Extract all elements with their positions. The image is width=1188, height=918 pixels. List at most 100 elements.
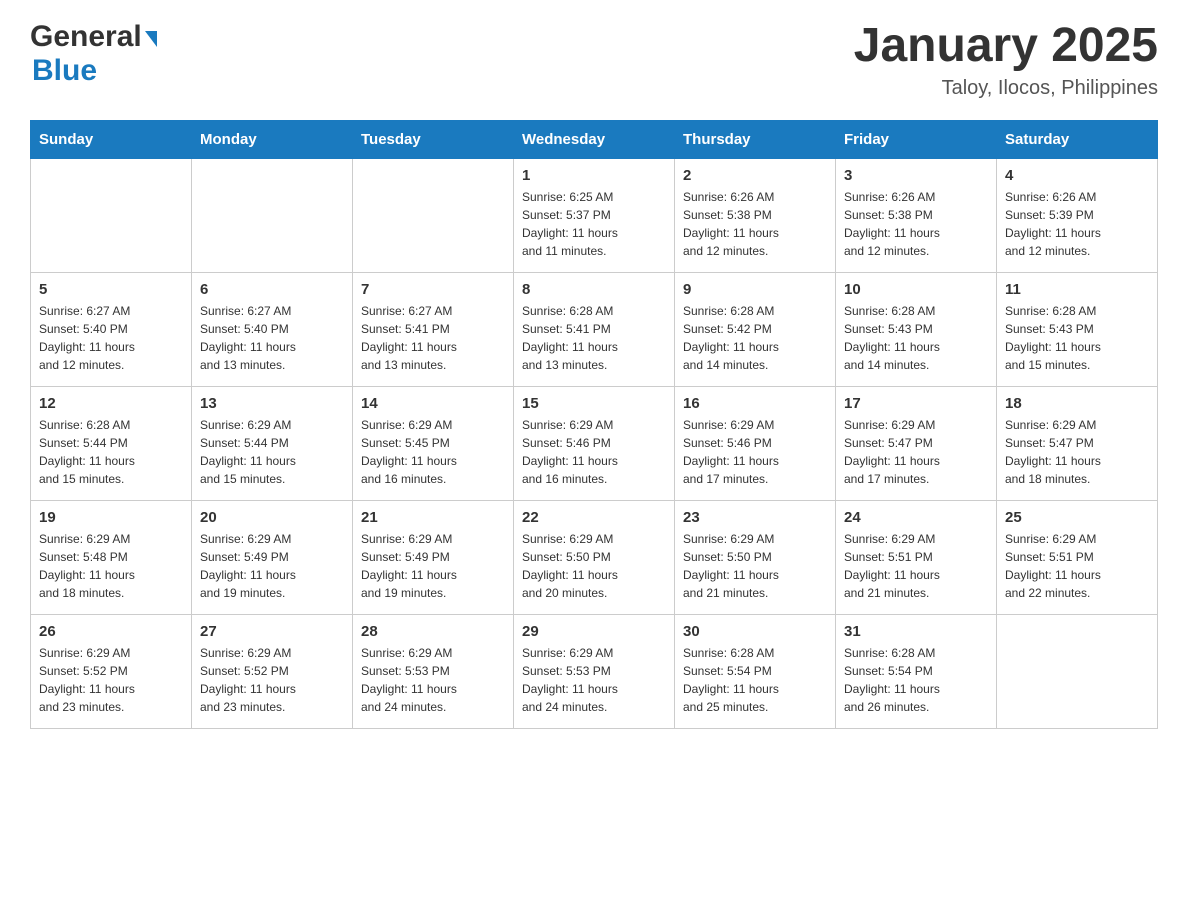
- day-info: Sunrise: 6:28 AM Sunset: 5:44 PM Dayligh…: [39, 416, 183, 488]
- day-number: 9: [683, 281, 827, 298]
- day-number: 31: [844, 623, 988, 640]
- day-info: Sunrise: 6:28 AM Sunset: 5:54 PM Dayligh…: [683, 644, 827, 716]
- day-number: 3: [844, 167, 988, 184]
- day-info: Sunrise: 6:26 AM Sunset: 5:39 PM Dayligh…: [1005, 188, 1149, 260]
- table-row: 18 Sunrise: 6:29 AM Sunset: 5:47 PM Dayli…: [997, 386, 1158, 500]
- day-number: 4: [1005, 167, 1149, 184]
- day-info: Sunrise: 6:28 AM Sunset: 5:42 PM Dayligh…: [683, 302, 827, 374]
- day-info: Sunrise: 6:26 AM Sunset: 5:38 PM Dayligh…: [844, 188, 988, 260]
- location-text: Taloy, Ilocos, Philippines: [854, 77, 1158, 100]
- table-row: 31 Sunrise: 6:28 AM Sunset: 5:54 PM Dayli…: [836, 614, 997, 728]
- col-saturday: Saturday: [997, 120, 1158, 158]
- day-number: 21: [361, 509, 505, 526]
- day-number: 12: [39, 395, 183, 412]
- table-row: 26Sunrise: 6:29 AM Sunset: 5:52 PM Dayli…: [31, 614, 192, 728]
- day-info: Sunrise: 6:29 AM Sunset: 5:46 PM Dayligh…: [683, 416, 827, 488]
- day-info: Sunrise: 6:28 AM Sunset: 5:54 PM Dayligh…: [844, 644, 988, 716]
- day-info: Sunrise: 6:29 AM Sunset: 5:49 PM Dayligh…: [200, 530, 344, 602]
- table-row: 11 Sunrise: 6:28 AM Sunset: 5:43 PM Dayli…: [997, 272, 1158, 386]
- calendar-week-row: 26 Sunrise: 6:29 AM Sunset: 5:52 PM Dayli…: [31, 614, 1158, 728]
- day-number: 30: [683, 623, 827, 640]
- table-row: 23Sunrise: 6:29 AM Sunset: 5:50 PM Dayli…: [675, 500, 836, 614]
- day-number: 2: [683, 167, 827, 184]
- day-info: Sunrise: 6:28 AM Sunset: 5:43 PM Dayligh…: [1005, 302, 1149, 374]
- day-number: 18: [1005, 395, 1149, 412]
- day-number: 6: [200, 281, 344, 298]
- table-row: 30 Sunrise: 6:28 AM Sunset: 5:54 PM Dayli…: [675, 614, 836, 728]
- col-wednesday: Wednesday: [514, 120, 675, 158]
- day-number: 10: [844, 281, 988, 298]
- calendar-week-row: 5 Sunrise: 6:27 AM Sunset: 5:40 PM Daylig…: [31, 272, 1158, 386]
- calendar-header-row: Sunday Monday Tuesday Wednesday Thursday…: [31, 120, 1158, 158]
- day-number: 13: [200, 395, 344, 412]
- day-info: Sunrise: 6:29 AM Sunset: 5:51 PM Dayligh…: [844, 530, 988, 602]
- day-number: 14: [361, 395, 505, 412]
- page-header: General Blue January 2025 Taloy, Ilocos,…: [30, 20, 1158, 100]
- col-monday: Monday: [192, 120, 353, 158]
- table-row: 14Sunrise: 6:29 AM Sunset: 5:45 PM Dayli…: [353, 386, 514, 500]
- col-friday: Friday: [836, 120, 997, 158]
- logo: General Blue: [30, 20, 157, 88]
- table-row: 12 Sunrise: 6:28 AM Sunset: 5:44 PM Dayli…: [31, 386, 192, 500]
- table-row: [997, 614, 1158, 728]
- day-info: Sunrise: 6:27 AM Sunset: 5:40 PM Dayligh…: [39, 302, 183, 374]
- table-row: [192, 158, 353, 272]
- day-number: 27: [200, 623, 344, 640]
- day-info: Sunrise: 6:29 AM Sunset: 5:52 PM Dayligh…: [200, 644, 344, 716]
- table-row: 7 Sunrise: 6:27 AM Sunset: 5:41 PM Daylig…: [353, 272, 514, 386]
- table-row: 15Sunrise: 6:29 AM Sunset: 5:46 PM Dayli…: [514, 386, 675, 500]
- day-number: 23: [683, 509, 827, 526]
- table-row: [31, 158, 192, 272]
- calendar-week-row: 12 Sunrise: 6:28 AM Sunset: 5:44 PM Dayli…: [31, 386, 1158, 500]
- month-title: January 2025: [854, 20, 1158, 73]
- table-row: 5 Sunrise: 6:27 AM Sunset: 5:40 PM Daylig…: [31, 272, 192, 386]
- table-row: 6Sunrise: 6:27 AM Sunset: 5:40 PM Daylig…: [192, 272, 353, 386]
- table-row: [353, 158, 514, 272]
- day-info: Sunrise: 6:28 AM Sunset: 5:41 PM Dayligh…: [522, 302, 666, 374]
- day-number: 29: [522, 623, 666, 640]
- day-info: Sunrise: 6:28 AM Sunset: 5:43 PM Dayligh…: [844, 302, 988, 374]
- day-number: 1: [522, 167, 666, 184]
- day-number: 11: [1005, 281, 1149, 298]
- table-row: 19 Sunrise: 6:29 AM Sunset: 5:48 PM Dayli…: [31, 500, 192, 614]
- table-row: 21 Sunrise: 6:29 AM Sunset: 5:49 PM Dayli…: [353, 500, 514, 614]
- calendar-week-row: 1Sunrise: 6:25 AM Sunset: 5:37 PM Daylig…: [31, 158, 1158, 272]
- table-row: 20Sunrise: 6:29 AM Sunset: 5:49 PM Dayli…: [192, 500, 353, 614]
- day-number: 7: [361, 281, 505, 298]
- table-row: 27 Sunrise: 6:29 AM Sunset: 5:52 PM Dayli…: [192, 614, 353, 728]
- day-number: 24: [844, 509, 988, 526]
- day-info: Sunrise: 6:29 AM Sunset: 5:47 PM Dayligh…: [844, 416, 988, 488]
- col-thursday: Thursday: [675, 120, 836, 158]
- col-tuesday: Tuesday: [353, 120, 514, 158]
- day-info: Sunrise: 6:29 AM Sunset: 5:53 PM Dayligh…: [522, 644, 666, 716]
- table-row: 1Sunrise: 6:25 AM Sunset: 5:37 PM Daylig…: [514, 158, 675, 272]
- day-info: Sunrise: 6:29 AM Sunset: 5:53 PM Dayligh…: [361, 644, 505, 716]
- col-sunday: Sunday: [31, 120, 192, 158]
- table-row: 4 Sunrise: 6:26 AM Sunset: 5:39 PM Daylig…: [997, 158, 1158, 272]
- day-number: 22: [522, 509, 666, 526]
- day-info: Sunrise: 6:29 AM Sunset: 5:48 PM Dayligh…: [39, 530, 183, 602]
- day-number: 5: [39, 281, 183, 298]
- day-number: 16: [683, 395, 827, 412]
- day-info: Sunrise: 6:29 AM Sunset: 5:49 PM Dayligh…: [361, 530, 505, 602]
- table-row: 13Sunrise: 6:29 AM Sunset: 5:44 PM Dayli…: [192, 386, 353, 500]
- logo-general-text: General: [30, 20, 142, 54]
- table-row: 8 Sunrise: 6:28 AM Sunset: 5:41 PM Daylig…: [514, 272, 675, 386]
- title-section: January 2025 Taloy, Ilocos, Philippines: [854, 20, 1158, 100]
- table-row: 28Sunrise: 6:29 AM Sunset: 5:53 PM Dayli…: [353, 614, 514, 728]
- day-info: Sunrise: 6:29 AM Sunset: 5:46 PM Dayligh…: [522, 416, 666, 488]
- day-info: Sunrise: 6:29 AM Sunset: 5:51 PM Dayligh…: [1005, 530, 1149, 602]
- table-row: 25Sunrise: 6:29 AM Sunset: 5:51 PM Dayli…: [997, 500, 1158, 614]
- day-info: Sunrise: 6:29 AM Sunset: 5:47 PM Dayligh…: [1005, 416, 1149, 488]
- day-number: 26: [39, 623, 183, 640]
- day-number: 19: [39, 509, 183, 526]
- day-number: 8: [522, 281, 666, 298]
- table-row: 22Sunrise: 6:29 AM Sunset: 5:50 PM Dayli…: [514, 500, 675, 614]
- table-row: 3 Sunrise: 6:26 AM Sunset: 5:38 PM Daylig…: [836, 158, 997, 272]
- table-row: 16 Sunrise: 6:29 AM Sunset: 5:46 PM Dayli…: [675, 386, 836, 500]
- table-row: 17Sunrise: 6:29 AM Sunset: 5:47 PM Dayli…: [836, 386, 997, 500]
- logo-blue-text: Blue: [32, 54, 97, 87]
- table-row: 2Sunrise: 6:26 AM Sunset: 5:38 PM Daylig…: [675, 158, 836, 272]
- day-info: Sunrise: 6:27 AM Sunset: 5:41 PM Dayligh…: [361, 302, 505, 374]
- table-row: 29 Sunrise: 6:29 AM Sunset: 5:53 PM Dayli…: [514, 614, 675, 728]
